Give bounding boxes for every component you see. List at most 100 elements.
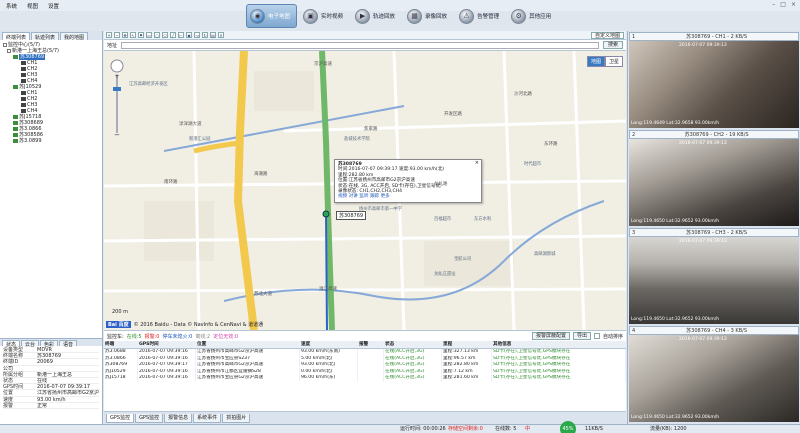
menu-item-0[interactable]: 系统 bbox=[6, 2, 17, 10]
status-key: 状态 bbox=[3, 377, 14, 384]
nav-label: 电子地图 bbox=[268, 14, 291, 20]
status-tab-3[interactable]: 语音 bbox=[59, 340, 78, 348]
rect-icon[interactable]: ▭ bbox=[146, 32, 152, 38]
menu-item-2[interactable]: 设置 bbox=[48, 2, 59, 10]
search-button[interactable]: 搜索 bbox=[602, 41, 623, 49]
polygon-icon[interactable]: ⬠ bbox=[162, 32, 168, 38]
camera-overlay: Long:119.4650 Lat:32.9652 93.00km/h bbox=[631, 219, 720, 224]
map-view[interactable]: − + 地图 卫星 × 苏308769 时间:2016-07-07 09:39:1… bbox=[104, 51, 626, 330]
vehicle-icon bbox=[13, 133, 18, 137]
camera-view-2[interactable]: 2 苏308769 - CH2 - 19 KB/S 2016-07-07 09:39… bbox=[629, 130, 799, 226]
camera-title: 苏308769 - CH1 - 2 KB/S bbox=[686, 34, 747, 40]
minimize-icon[interactable]: – bbox=[772, 1, 775, 8]
left-tabs: 终端列表 轨迹列表 我的地图 bbox=[0, 31, 102, 41]
menu-item-1[interactable]: 视图 bbox=[27, 2, 38, 10]
nav-button-2[interactable]: ▶ 轨迹回放 bbox=[352, 4, 401, 28]
status-value: 江苏省扬州市高邮市G2京沪高速 bbox=[37, 390, 99, 396]
circle-icon[interactable]: ○ bbox=[154, 32, 160, 38]
camera-view-1[interactable]: 1 苏308769 - CH1 - 2 KB/S 2016-07-07 09:39:… bbox=[629, 32, 799, 128]
grid-cell: SD卡(存在),卫星信号优,GPS模块存在 bbox=[492, 375, 626, 382]
map-road-label: 焦家路 bbox=[364, 127, 378, 132]
autosort-label: 自动排序 bbox=[602, 333, 623, 340]
vehicle-label[interactable]: 苏308769 bbox=[336, 211, 367, 220]
export-button[interactable]: 导出 bbox=[572, 332, 591, 340]
marker-icon[interactable]: ◆ bbox=[186, 32, 192, 38]
status-tab-2[interactable]: 色彩 bbox=[40, 340, 59, 348]
legend-alarm: 报警:0 bbox=[144, 333, 160, 340]
camera-icon bbox=[21, 79, 26, 83]
left-tab-1[interactable]: 轨迹列表 bbox=[31, 32, 60, 41]
nav-button-5[interactable]: ⚙ 其他应用 bbox=[508, 4, 557, 28]
camera-icon bbox=[21, 103, 26, 107]
status-bar: 运行时间: 00:00:26 存储空间剩余:0 在线数: 5 中 45% 11K… bbox=[0, 421, 800, 433]
status-tabs: 状态 云台 色彩 语音 bbox=[0, 338, 102, 348]
plus-icon[interactable]: + bbox=[106, 32, 112, 38]
camera-timestamp: 2016-07-07 09:39:13 bbox=[679, 337, 727, 342]
status-tab-1[interactable]: 云台 bbox=[21, 340, 40, 348]
map-place-label: 百福超市 bbox=[434, 217, 452, 222]
pan-icon[interactable]: ✥ bbox=[122, 32, 128, 38]
measure-icon[interactable]: ⊢ bbox=[178, 32, 184, 38]
alarm-mask-button[interactable]: 报警屏蔽配置 bbox=[531, 332, 570, 340]
camera-view-3[interactable]: 3 苏308769 - CH3 - 2 KB/S 2016-07-07 09:39:… bbox=[629, 228, 799, 324]
left-tab-0[interactable]: 终端列表 bbox=[2, 32, 31, 41]
grid-header: 终端 GPS时间 位置 速度 报警 状态 里程 其他信息 bbox=[104, 341, 626, 349]
status-key: 终端名称 bbox=[3, 353, 24, 360]
clear-icon[interactable]: ✕ bbox=[218, 32, 224, 38]
nav-button-4[interactable]: ⚠ 告警管理 bbox=[456, 4, 505, 28]
camera-timestamp: 2016-07-07 09:39:13 bbox=[679, 141, 727, 146]
nav-button-3[interactable]: ▦ 录像回放 bbox=[404, 4, 453, 28]
address-input[interactable] bbox=[121, 41, 599, 49]
map-place-label: 新港汇公园 bbox=[189, 137, 211, 142]
table-row[interactable]: 苏J15718 2016-07-07 09:39:16 江苏省扬州市宝应县G2京沪高… bbox=[104, 375, 626, 382]
custom-map-button[interactable]: 自定义地图 bbox=[590, 32, 624, 39]
legend-offline: 离线:2 bbox=[195, 333, 211, 340]
close-icon[interactable]: × bbox=[791, 1, 796, 8]
status-key: 速度 bbox=[3, 396, 14, 403]
camera-overlay: Long:119.4650 Lat:32.9652 93.00km/h bbox=[631, 317, 720, 322]
gear-icon: ⚙ bbox=[511, 8, 527, 24]
tree-node[interactable]: 苏3.0899 bbox=[3, 138, 99, 144]
print-icon[interactable]: ▤ bbox=[210, 32, 216, 38]
nav-button-1[interactable]: ▣ 实时视频 bbox=[300, 4, 349, 28]
net-speed: 11KB/S bbox=[585, 426, 603, 432]
grid-cell: 苏J15718 bbox=[104, 375, 138, 382]
alarm-icon: ⚠ bbox=[459, 8, 475, 24]
maximize-icon[interactable]: □ bbox=[780, 1, 786, 8]
map-type-0[interactable]: 地图 bbox=[586, 56, 605, 67]
left-tab-2[interactable]: 我的地图 bbox=[60, 32, 89, 41]
map-place-label: 宝航公司 bbox=[454, 257, 472, 262]
close-icon[interactable]: × bbox=[475, 160, 479, 166]
camera-icon: ▣ bbox=[303, 8, 319, 24]
bottom-tab-0[interactable]: GPS监控 bbox=[106, 414, 135, 423]
popup-links[interactable]: 视频 对讲 监听 跟踪 更多 bbox=[338, 194, 478, 199]
nav-button-0[interactable]: ◉ 电子地图 bbox=[246, 4, 298, 28]
camera-header: 4 苏308769 - CH4 - 3 KB/S bbox=[629, 326, 799, 335]
flag-icon[interactable]: ⚑ bbox=[138, 32, 144, 38]
vehicle-icon bbox=[13, 121, 18, 125]
nav-label: 告警管理 bbox=[477, 14, 500, 20]
legend-invalid: 定位无效:0 bbox=[213, 333, 239, 340]
camera-title: 苏308769 - CH3 - 2 KB/S bbox=[686, 230, 747, 236]
status-value: 20069 bbox=[37, 359, 53, 365]
globe-icon: ◉ bbox=[250, 8, 265, 24]
line-icon[interactable]: ╱ bbox=[170, 32, 176, 38]
autosort-checkbox[interactable] bbox=[593, 333, 600, 339]
bottom-tab-1[interactable]: GPS监控 bbox=[135, 414, 164, 423]
device-tree: 监控中心(5/7) 新港一上海王总(5/7) 苏308769 CH1 CH2 CH3 CH4… bbox=[0, 40, 102, 338]
status-tab-0[interactable]: 状态 bbox=[2, 340, 21, 348]
minus-icon[interactable]: − bbox=[114, 32, 120, 38]
monitor-legend-bar: 监控车: 在线:5 报警:0 停车未熄火:0 离线:2 定位无效:0 报警屏蔽配… bbox=[104, 330, 626, 341]
bottom-tab-4[interactable]: 抓拍图片 bbox=[222, 414, 251, 423]
bottom-tab-3[interactable]: 系统事件 bbox=[193, 414, 222, 423]
pointer-icon[interactable]: ↖ bbox=[130, 32, 136, 38]
main-nav: ◉ 电子地图 ▣ 实时视频 ▶ 轨迹回放 ▦ 录像回放 ⚠ 告警管理 ⚙ 其他应用 bbox=[246, 4, 557, 28]
bottom-tab-2[interactable]: 报警信息 bbox=[164, 414, 193, 423]
map-type-1[interactable]: 卫星 bbox=[604, 56, 623, 67]
map-zoom-control[interactable]: − + bbox=[110, 59, 124, 139]
grid-header-cell: GPS时间 bbox=[138, 341, 196, 348]
refresh-icon[interactable]: ↻ bbox=[202, 32, 208, 38]
camera-icon bbox=[21, 97, 26, 101]
route-icon[interactable]: ↝ bbox=[194, 32, 200, 38]
camera-view-4[interactable]: 4 苏308769 - CH4 - 3 KB/S 2016-07-07 09:39:… bbox=[629, 326, 799, 422]
